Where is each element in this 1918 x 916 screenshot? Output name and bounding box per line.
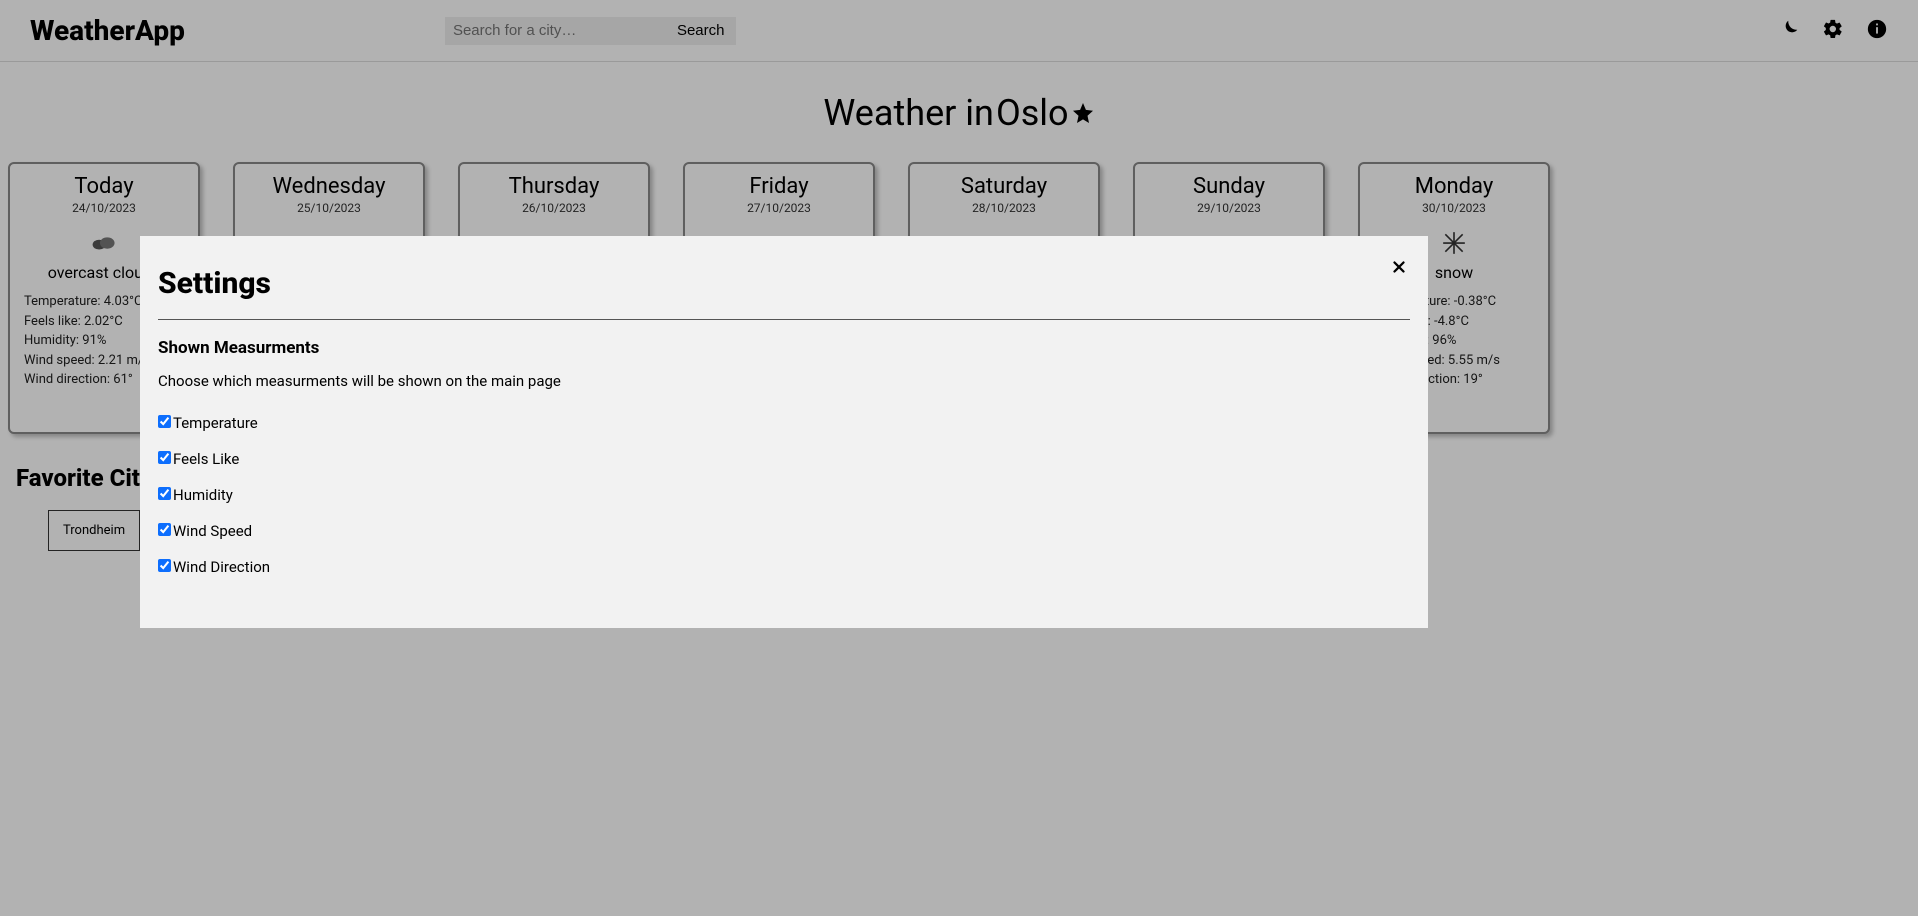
settings-option[interactable]: Temperature xyxy=(158,414,1410,432)
settings-checkbox[interactable] xyxy=(158,523,171,536)
settings-option-label: Humidity xyxy=(173,486,233,504)
close-icon[interactable] xyxy=(1390,258,1408,280)
settings-checkbox[interactable] xyxy=(158,487,171,500)
settings-title: Settings xyxy=(158,266,1410,301)
settings-modal: Settings Shown Measurments Choose which … xyxy=(140,236,1428,628)
settings-option-label: Wind Direction xyxy=(173,558,270,576)
settings-option-label: Temperature xyxy=(173,414,258,432)
settings-options: Temperature Feels Like Humidity Wind Speed W… xyxy=(158,414,1410,576)
settings-checkbox[interactable] xyxy=(158,415,171,428)
settings-option-label: Wind Speed xyxy=(173,522,252,540)
settings-option[interactable]: Humidity xyxy=(158,486,1410,504)
settings-option-label: Feels Like xyxy=(173,450,239,468)
settings-section-desc: Choose which measurments will be shown o… xyxy=(158,372,1410,390)
settings-option[interactable]: Wind Speed xyxy=(158,522,1410,540)
settings-option[interactable]: Wind Direction xyxy=(158,558,1410,576)
settings-divider xyxy=(158,319,1410,320)
settings-checkbox[interactable] xyxy=(158,559,171,572)
settings-option[interactable]: Feels Like xyxy=(158,450,1410,468)
settings-section-title: Shown Measurments xyxy=(158,338,1410,358)
settings-checkbox[interactable] xyxy=(158,451,171,464)
